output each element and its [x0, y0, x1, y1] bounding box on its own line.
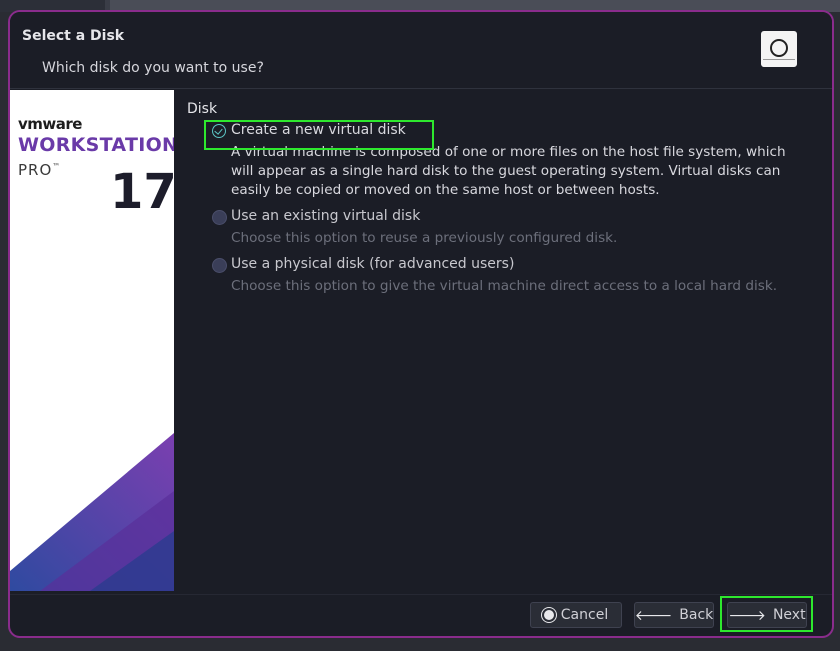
brand-decoration: [10, 433, 174, 591]
page-title: Select a Disk: [22, 28, 125, 44]
disk-section-label: Disk: [187, 101, 218, 117]
cancel-button[interactable]: Cancel: [530, 602, 622, 628]
option-label[interactable]: Use a physical disk (for advanced users): [231, 256, 514, 272]
back-button[interactable]: 🡐 Back: [634, 602, 714, 628]
radio-unchecked-icon[interactable]: [212, 210, 227, 225]
brand-sidebar: vmware WORKSTATION PRO™ 17: [10, 90, 174, 591]
option-description: Choose this option to reuse a previously…: [231, 230, 618, 246]
arrow-left-icon: 🡐: [634, 607, 673, 624]
new-vm-wizard-dialog: Select a Disk Which disk do you want to …: [8, 10, 834, 638]
header-divider: [10, 88, 832, 89]
product-version: 17: [110, 164, 174, 220]
product-edition: PRO™: [18, 161, 62, 179]
highlight-box: [204, 120, 434, 150]
wizard-header: Select a Disk Which disk do you want to …: [10, 12, 832, 88]
disk-icon: [761, 31, 797, 67]
page-subtitle: Which disk do you want to use?: [42, 60, 264, 76]
radio-unchecked-icon[interactable]: [212, 258, 227, 273]
vmware-logo: vmware: [18, 115, 82, 133]
product-name: WORKSTATION: [18, 134, 174, 156]
cancel-icon: [543, 610, 554, 620]
option-description: A virtual machine is composed of one or …: [231, 144, 786, 198]
option-label[interactable]: Use an existing virtual disk: [231, 208, 420, 224]
option-description: Choose this option to give the virtual m…: [231, 278, 778, 294]
disk-options-panel: Disk Create a new virtual disk A virtual…: [180, 100, 820, 580]
highlight-box: [720, 596, 813, 632]
footer-divider: [10, 594, 832, 595]
